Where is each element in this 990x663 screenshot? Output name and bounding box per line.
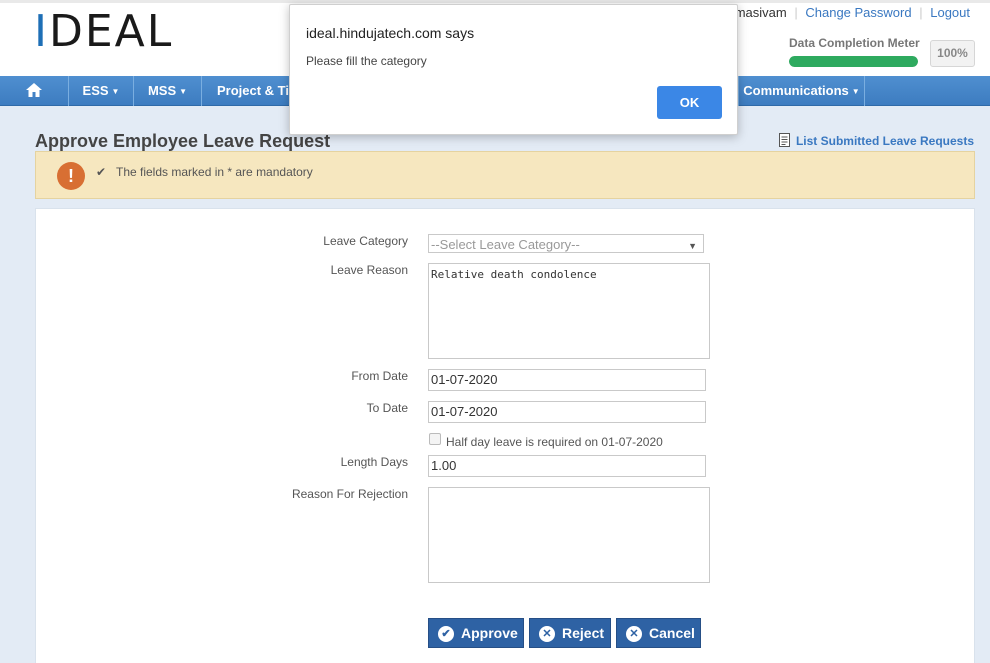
cancel-button[interactable]: ✕ Cancel bbox=[616, 618, 701, 648]
leave-reason-textarea[interactable]: Relative death condolence bbox=[428, 263, 710, 359]
exclamation-icon: ! bbox=[57, 162, 85, 190]
meter-fill bbox=[789, 56, 918, 67]
list-submitted-leave-requests-link[interactable]: List Submitted Leave Requests bbox=[778, 133, 974, 148]
alert-dialog: ideal.hindujatech.com says Please fill t… bbox=[289, 4, 738, 135]
checkmark-icon: ✔ bbox=[96, 165, 107, 179]
chevron-down-icon: ▼ bbox=[688, 241, 697, 251]
meter-label: Data Completion Meter bbox=[789, 36, 920, 50]
length-days-input[interactable]: 1.00 bbox=[428, 455, 706, 477]
leave-category-placeholder: --Select Leave Category-- bbox=[431, 237, 580, 252]
separator: | bbox=[794, 5, 798, 20]
user-links: aramasivam | Change Password | Logout bbox=[716, 5, 970, 20]
data-completion-meter bbox=[789, 56, 918, 67]
half-day-checkbox[interactable] bbox=[429, 433, 441, 445]
document-icon bbox=[778, 133, 790, 147]
nav-project-time[interactable]: Project & Ti bbox=[202, 76, 289, 106]
to-date-input[interactable]: 01-07-2020 bbox=[428, 401, 706, 423]
half-day-label: Half day leave is required on 01-07-2020 bbox=[446, 435, 663, 449]
dialog-title: ideal.hindujatech.com says bbox=[306, 25, 475, 41]
nav-ess[interactable]: ESS ▼ bbox=[69, 76, 134, 106]
from-date-input[interactable]: 01-07-2020 bbox=[428, 369, 706, 391]
mandatory-fields-alert: ! ✔ The fields marked in * are mandatory bbox=[35, 151, 975, 199]
caret-down-icon: ▼ bbox=[111, 86, 120, 96]
dialog-message: Please fill the category bbox=[306, 54, 427, 68]
x-circle-icon: ✕ bbox=[539, 626, 555, 642]
page-title: Approve Employee Leave Request bbox=[35, 131, 331, 151]
meter-percentage: 100% bbox=[930, 40, 975, 67]
change-password-link[interactable]: Change Password bbox=[805, 5, 911, 20]
logo: IDEAL bbox=[34, 6, 174, 57]
reason-for-rejection-label: Reason For Rejection bbox=[291, 487, 408, 501]
from-date-label: From Date bbox=[351, 369, 408, 383]
separator: | bbox=[919, 5, 923, 20]
leave-category-label: Leave Category bbox=[323, 234, 408, 248]
leave-reason-label: Leave Reason bbox=[330, 263, 408, 277]
caret-down-icon: ▼ bbox=[851, 86, 860, 96]
reject-button[interactable]: ✕ Reject bbox=[529, 618, 611, 648]
home-icon bbox=[26, 83, 42, 97]
length-days-label: Length Days bbox=[340, 455, 408, 469]
check-circle-icon: ✔ bbox=[438, 626, 454, 642]
approve-button[interactable]: ✔ Approve bbox=[428, 618, 524, 648]
nav-communications[interactable]: Communications ▼ bbox=[738, 76, 865, 106]
leave-category-select[interactable]: --Select Leave Category-- ▼ bbox=[428, 234, 704, 253]
logout-link[interactable]: Logout bbox=[930, 5, 970, 20]
caret-down-icon: ▼ bbox=[179, 86, 188, 96]
reason-for-rejection-textarea[interactable] bbox=[428, 487, 710, 583]
to-date-label: To Date bbox=[366, 401, 408, 415]
nav-mss[interactable]: MSS ▼ bbox=[134, 76, 202, 106]
ok-button[interactable]: OK bbox=[657, 86, 722, 119]
x-circle-icon: ✕ bbox=[626, 626, 642, 642]
nav-home[interactable] bbox=[0, 76, 69, 106]
alert-text: The fields marked in * are mandatory bbox=[116, 165, 313, 179]
